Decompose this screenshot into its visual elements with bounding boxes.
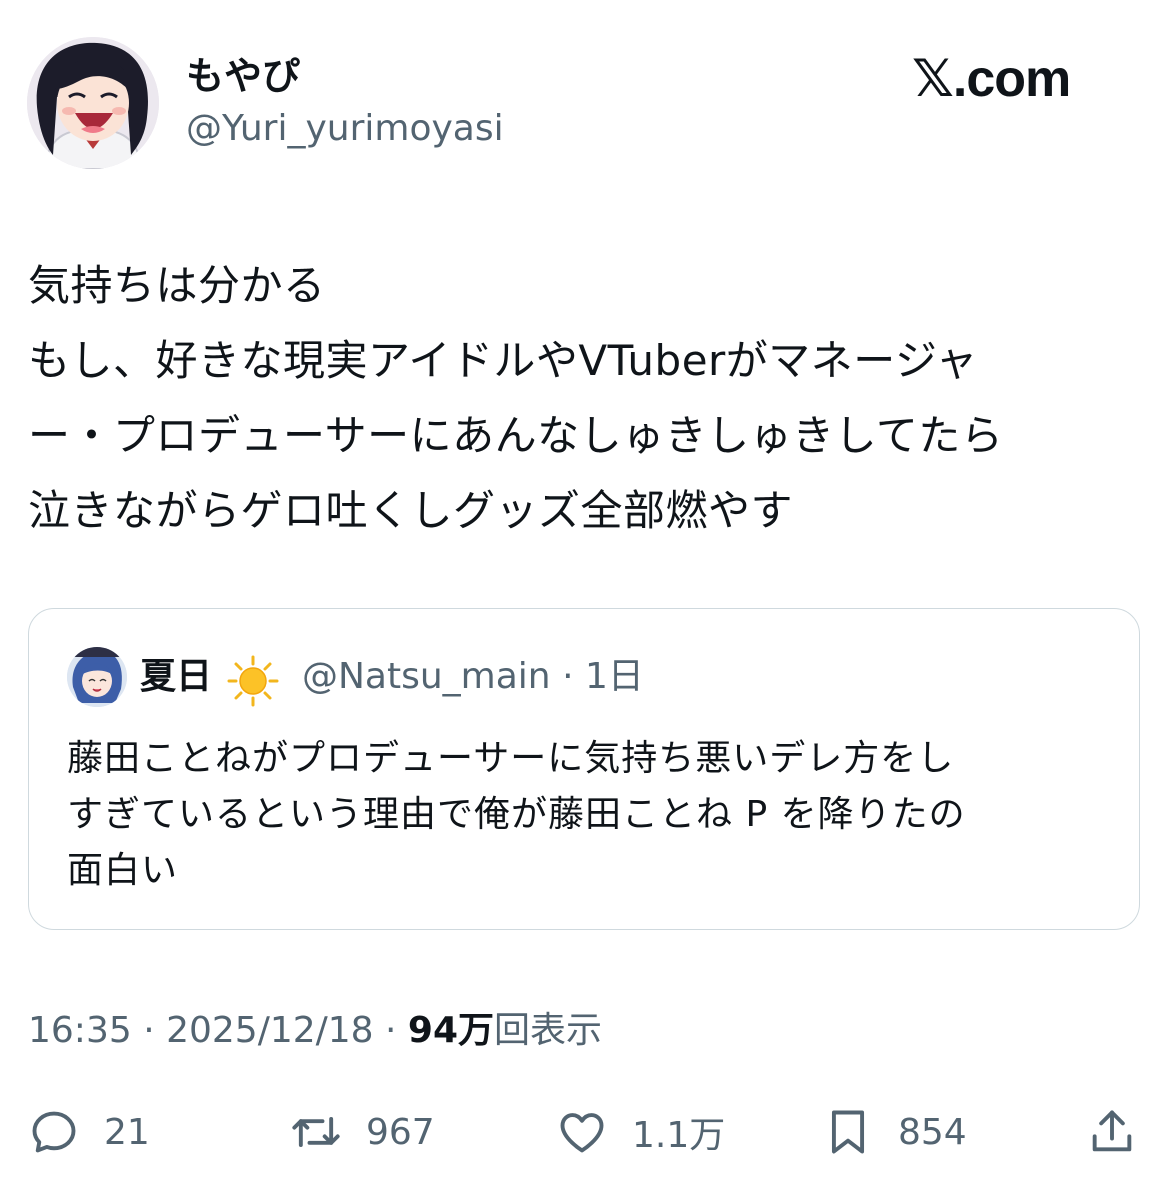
action-bar: 21 967 1.1万 854 (0, 1100, 1170, 1170)
reply-icon (32, 1111, 76, 1153)
author-name[interactable]: もやぴ (186, 52, 300, 100)
bookmark-count: 854 (898, 1111, 967, 1153)
bookmark-icon (831, 1110, 865, 1154)
like-button[interactable]: 1.1万 (556, 1100, 725, 1164)
author-avatar[interactable] (27, 37, 159, 169)
anime-avatar-icon (67, 647, 127, 707)
x-logo: 𝕏.com (912, 50, 1071, 108)
reply-button[interactable]: 21 (28, 1100, 150, 1164)
tweet-meta: 16:35 · 2025/12/18 · 94万回表示 (28, 1008, 602, 1054)
sun-icon (226, 654, 280, 708)
quoted-meta: @Natsu_main · 1日 (302, 656, 644, 697)
quoted-text: 藤田ことねがプロデューサーに気持ち悪いデレ方をし すぎているという理由で俺が藤田… (67, 738, 966, 891)
retweet-button[interactable]: 967 (290, 1100, 435, 1164)
retweet-icon (292, 1117, 340, 1147)
quoted-author-avatar (67, 647, 127, 707)
author-handle[interactable]: @Yuri_yurimoyasi (186, 106, 504, 152)
share-icon (1092, 1110, 1132, 1152)
views-label: 回表示 (494, 1010, 603, 1051)
share-button[interactable] (1086, 1100, 1138, 1164)
bookmark-button[interactable]: 854 (822, 1100, 967, 1164)
views-count: 94万 (407, 1010, 495, 1051)
tweet-text: 気持ちは分かる もし、好きな現実アイドルやVTuberがマネージャ ー・プロデュ… (28, 261, 1004, 535)
like-count: 1.1万 (632, 1115, 726, 1156)
heart-icon (560, 1113, 604, 1153)
quoted-tweet[interactable]: 夏日 @Natsu_main · 1日 藤田ことねがプロデューサーに気持ち悪いデ… (28, 608, 1140, 930)
retweet-count: 967 (366, 1111, 435, 1153)
anime-girl-avatar-icon (27, 37, 159, 169)
timestamp[interactable]: 16:35 · 2025/12/18 · (28, 1010, 408, 1051)
quoted-author-name: 夏日 (140, 656, 213, 697)
reply-count: 21 (104, 1111, 150, 1153)
